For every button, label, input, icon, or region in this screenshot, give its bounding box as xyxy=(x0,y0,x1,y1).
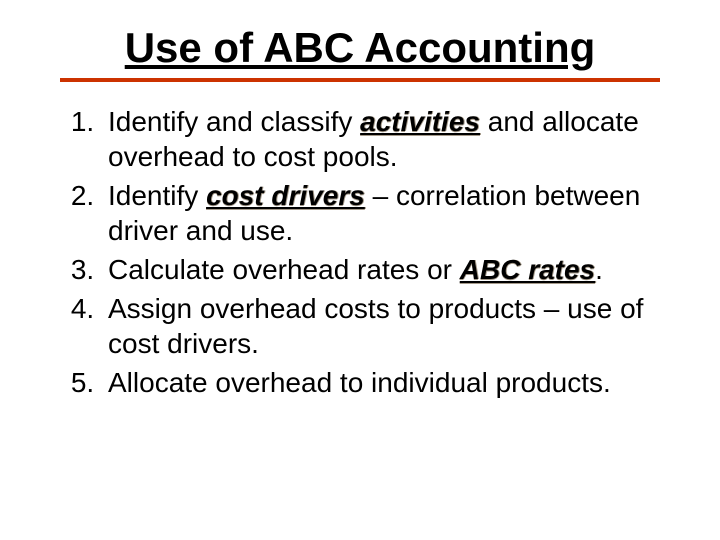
item-text-pre: Assign overhead costs to products – use … xyxy=(108,293,643,359)
item-text-pre: Identify and classify xyxy=(108,106,360,137)
bullet-list: Identify and classify activities and all… xyxy=(50,104,670,400)
list-item: Allocate overhead to individual products… xyxy=(102,365,670,400)
keyword: cost drivers xyxy=(206,180,365,211)
list-item: Identify cost drivers – correlation betw… xyxy=(102,178,670,248)
keyword: activities xyxy=(360,106,480,137)
item-text-pre: Identify xyxy=(108,180,206,211)
list-item: Calculate overhead rates or ABC rates. xyxy=(102,252,670,287)
item-text-pre: Allocate overhead to individual products… xyxy=(108,367,611,398)
title-underline-rule: Use of ABC Accounting xyxy=(60,24,660,82)
slide-title: Use of ABC Accounting xyxy=(125,24,596,72)
slide: Use of ABC Accounting Identify and class… xyxy=(0,0,720,540)
list-item: Identify and classify activities and all… xyxy=(102,104,670,174)
item-text-pre: Calculate overhead rates or xyxy=(108,254,460,285)
keyword: ABC rates xyxy=(460,254,595,285)
list-item: Assign overhead costs to products – use … xyxy=(102,291,670,361)
item-text-post: . xyxy=(595,254,603,285)
